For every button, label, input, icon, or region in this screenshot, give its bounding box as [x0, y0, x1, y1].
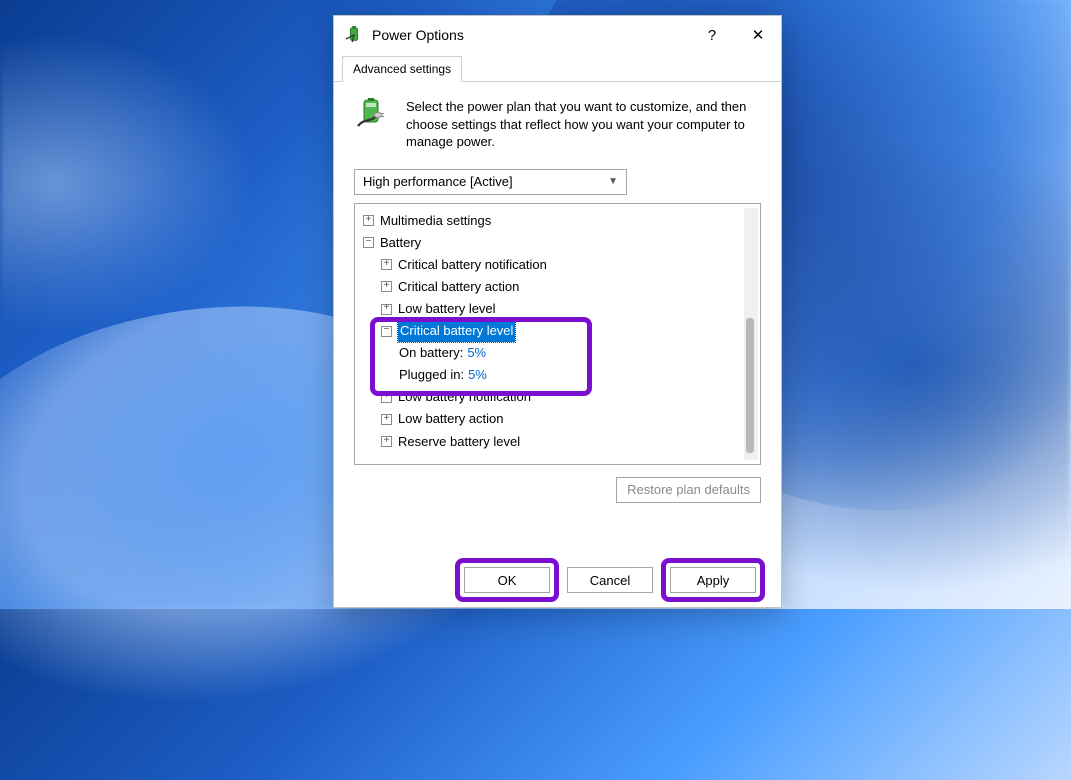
tree-item-critical-action[interactable]: + Critical battery action	[363, 276, 760, 298]
battery-plug-icon	[354, 98, 390, 134]
dialog-title: Power Options	[372, 27, 689, 43]
help-button[interactable]: ?	[689, 16, 735, 54]
restore-defaults-button[interactable]: Restore plan defaults	[616, 477, 761, 503]
tree-label: Battery	[380, 232, 421, 254]
annotation-highlight: OK	[455, 558, 559, 602]
tree-item-multimedia[interactable]: + Multimedia settings	[363, 210, 760, 232]
apply-button[interactable]: Apply	[670, 567, 756, 593]
tree-item-battery[interactable]: − Battery	[363, 232, 760, 254]
expand-icon[interactable]: +	[381, 259, 392, 270]
tree-label: Low battery action	[398, 408, 504, 430]
expand-icon[interactable]: +	[381, 304, 392, 315]
tree-item-low-action[interactable]: + Low battery action	[363, 408, 760, 430]
ok-button[interactable]: OK	[464, 567, 550, 593]
power-options-dialog: Power Options ? ✕ Advanced settings Sele	[333, 15, 782, 608]
tree-label: Plugged in:	[399, 364, 464, 386]
plan-select-value: High performance [Active]	[363, 174, 513, 189]
tree-item-reserve-level[interactable]: + Reserve battery level	[363, 431, 760, 453]
power-plan-icon	[344, 25, 364, 45]
expand-icon[interactable]: +	[363, 215, 374, 226]
tree-item-critical-level[interactable]: − Critical battery level	[363, 320, 760, 342]
tree-item-low-level[interactable]: + Low battery level	[363, 298, 760, 320]
collapse-icon[interactable]: −	[381, 326, 392, 337]
collapse-icon[interactable]: −	[363, 237, 374, 248]
chevron-down-icon: ▼	[608, 176, 618, 187]
tree-label-selected: Critical battery level	[398, 320, 515, 342]
tree-label: Reserve battery level	[398, 431, 520, 453]
tree-label: Critical battery notification	[398, 254, 547, 276]
intro-text: Select the power plan that you want to c…	[406, 98, 761, 151]
tree-item-low-notification[interactable]: + Low battery notification	[363, 386, 760, 408]
tree-label: Multimedia settings	[380, 210, 491, 232]
power-plan-select[interactable]: High performance [Active] ▼	[354, 169, 627, 195]
tree-item-on-battery[interactable]: On battery: 5%	[363, 342, 760, 364]
expand-icon[interactable]: +	[381, 281, 392, 292]
cancel-button[interactable]: Cancel	[567, 567, 653, 593]
intro-row: Select the power plan that you want to c…	[354, 98, 761, 151]
titlebar: Power Options ? ✕	[334, 16, 781, 54]
scrollbar[interactable]	[744, 208, 758, 460]
tabstrip: Advanced settings	[334, 54, 781, 82]
tree-label: Low battery level	[398, 298, 496, 320]
dialog-footer: OK Cancel Apply	[334, 553, 781, 607]
tree-item-critical-notification[interactable]: + Critical battery notification	[363, 254, 760, 276]
tab-advanced-settings[interactable]: Advanced settings	[342, 56, 462, 82]
settings-tree: + Multimedia settings − Battery + Critic…	[354, 203, 761, 465]
expand-icon[interactable]: +	[381, 436, 392, 447]
plugged-in-value[interactable]: 5%	[468, 364, 487, 386]
on-battery-value[interactable]: 5%	[467, 342, 486, 364]
tree-label: Low battery notification	[398, 386, 531, 408]
annotation-highlight: Apply	[661, 558, 765, 602]
expand-icon[interactable]: +	[381, 414, 392, 425]
close-button[interactable]: ✕	[735, 16, 781, 54]
tree-item-plugged-in[interactable]: Plugged in: 5%	[363, 364, 760, 386]
expand-icon[interactable]: +	[381, 392, 392, 403]
tree-label: Critical battery action	[398, 276, 519, 298]
tree-label: On battery:	[399, 342, 463, 364]
scroll-thumb[interactable]	[746, 318, 754, 453]
